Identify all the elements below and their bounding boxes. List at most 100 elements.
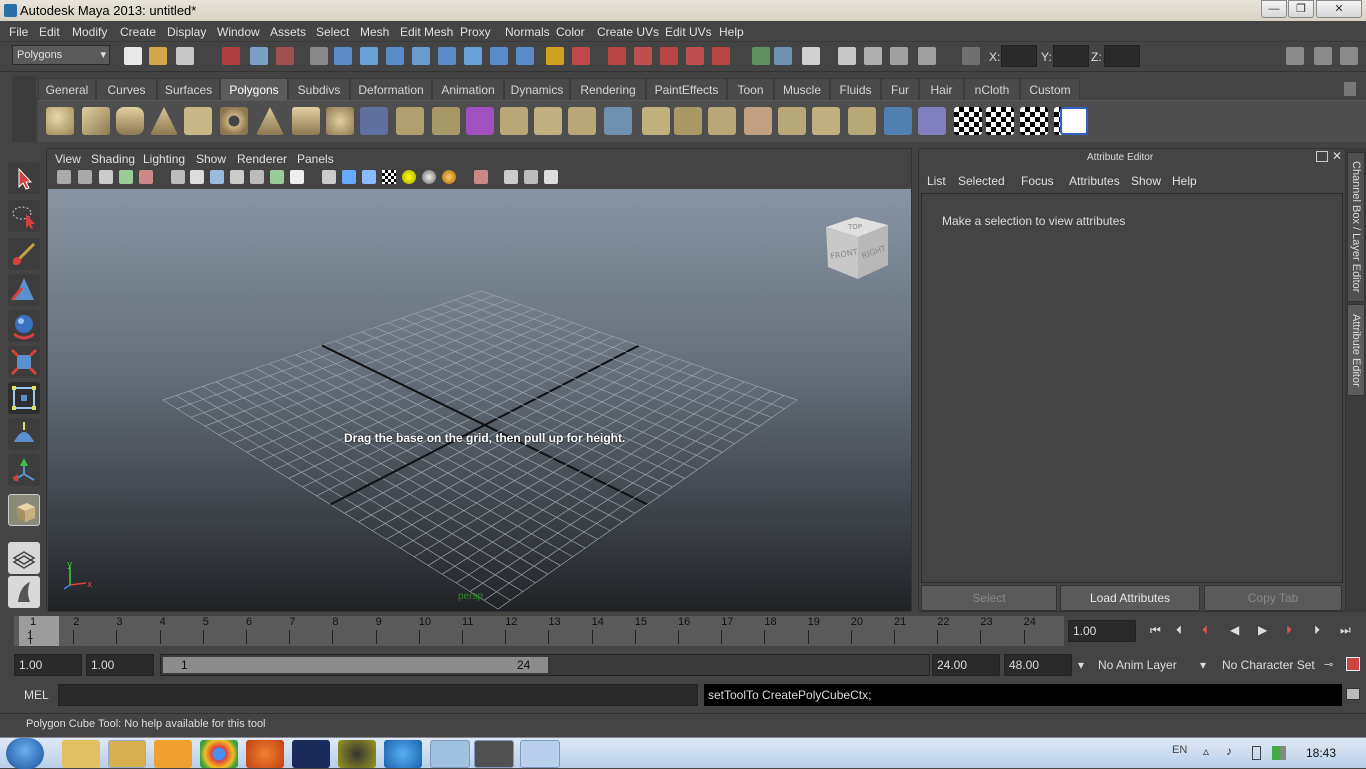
viewcube[interactable]: TOP FRONT RIGHT [820, 207, 896, 283]
menu-color[interactable]: Color [556, 25, 585, 39]
bevel-icon[interactable] [812, 107, 840, 135]
xray-components-icon[interactable] [544, 170, 558, 184]
menu-assets[interactable]: Assets [270, 25, 306, 39]
range-slider-handle[interactable]: 1 24 [163, 657, 548, 673]
uv-texture-editor-icon[interactable] [1060, 107, 1088, 135]
output-history-icon[interactable] [774, 47, 792, 65]
attr-menu-focus[interactable]: Focus [1021, 174, 1054, 188]
poly-torus-icon[interactable] [220, 107, 248, 135]
uv-checker-icon[interactable] [954, 107, 982, 135]
collapse-icon[interactable] [778, 107, 806, 135]
step-forward-frame-icon[interactable]: ⏵ [1314, 623, 1320, 638]
automatic-map-icon[interactable] [918, 107, 946, 135]
shelf-tab-muscle[interactable]: Muscle [774, 78, 830, 100]
poly-sphere-icon[interactable] [46, 107, 74, 135]
menu-proxy[interactable]: Proxy [460, 25, 491, 39]
split-polygon-icon[interactable] [604, 107, 632, 135]
taskbar-notepad[interactable] [430, 740, 470, 768]
close-button[interactable]: ✕ [1316, 0, 1362, 18]
select-by-object-icon[interactable] [250, 47, 268, 65]
curve-mask-icon[interactable] [386, 47, 404, 65]
anim-layer-dropdown[interactable]: No Anim Layer [1094, 654, 1198, 676]
attr-menu-help[interactable]: Help [1172, 174, 1197, 188]
viewport-menu-lighting[interactable]: Lighting [143, 152, 185, 166]
range-slider-track[interactable]: 1 24 [160, 654, 930, 676]
append-polygon-icon[interactable] [568, 107, 596, 135]
input-history-icon[interactable] [752, 47, 770, 65]
snap-point-icon[interactable] [660, 47, 678, 65]
film-gate-icon[interactable] [190, 170, 204, 184]
attr-menu-selected[interactable]: Selected [958, 174, 1005, 188]
image-plane-icon[interactable] [119, 170, 133, 184]
new-scene-icon[interactable] [124, 47, 142, 65]
shelf-tab-polygons[interactable]: Polygons [220, 78, 288, 100]
menu-help[interactable]: Help [719, 25, 744, 39]
taskbar-app-gear[interactable] [338, 740, 376, 768]
taskbar-firefox[interactable] [246, 740, 284, 768]
shelf-tab-fur[interactable]: Fur [881, 78, 919, 100]
clock[interactable]: 18:43 [1306, 746, 1336, 760]
xray-icon[interactable] [504, 170, 518, 184]
insert-edge-loop-icon[interactable] [642, 107, 670, 135]
menu-mesh[interactable]: Mesh [360, 25, 389, 39]
highlight-selection-icon[interactable] [572, 47, 590, 65]
gate-mask-icon[interactable] [230, 170, 244, 184]
bridge-icon[interactable] [534, 107, 562, 135]
merge-icon[interactable] [708, 107, 736, 135]
volume-icon[interactable]: ♪ [1226, 744, 1232, 758]
joint-mask-icon[interactable] [360, 47, 378, 65]
y-input[interactable] [1053, 45, 1089, 67]
shelf-tab-subdivs[interactable]: Subdivs [288, 78, 350, 100]
x-input[interactable] [1001, 45, 1037, 67]
construction-history-icon[interactable] [802, 47, 820, 65]
menu-display[interactable]: Display [167, 25, 206, 39]
attr-menu-attributes[interactable]: Attributes [1069, 174, 1120, 188]
select-tool[interactable] [8, 162, 40, 194]
unfold-uvs-icon[interactable] [986, 107, 1014, 135]
planar-map-icon[interactable] [884, 107, 912, 135]
menu-normals[interactable]: Normals [505, 25, 550, 39]
mask-icon[interactable] [310, 47, 328, 65]
menu-edit-mesh[interactable]: Edit Mesh [400, 25, 453, 39]
camera-attributes-icon[interactable] [78, 170, 92, 184]
select-button[interactable]: Select [921, 585, 1057, 611]
move-tool[interactable] [8, 274, 40, 306]
render-view-icon[interactable] [838, 47, 856, 65]
rotate-tool[interactable] [8, 310, 40, 342]
ipr-render-icon[interactable] [890, 47, 908, 65]
playback-end-field[interactable]: 24.00 [932, 654, 1000, 676]
shelf-tab-painteffects[interactable]: PaintEffects [646, 78, 727, 100]
grid-toggle-icon[interactable] [171, 170, 185, 184]
shelf-tab-rendering[interactable]: Rendering [570, 78, 646, 100]
handle-mask-icon[interactable] [334, 47, 352, 65]
command-language-button[interactable]: MEL [14, 682, 56, 708]
xray-joints-icon[interactable] [524, 170, 538, 184]
high-quality-icon[interactable] [442, 170, 456, 184]
input-language-indicator[interactable]: EN [1172, 744, 1187, 756]
poly-soccer-ball-icon[interactable] [326, 107, 354, 135]
snap-view-plane-icon[interactable] [686, 47, 704, 65]
taskbar-photoshop[interactable] [292, 740, 330, 768]
paint-select-tool[interactable] [8, 238, 40, 270]
maximize-button[interactable]: ❐ [1288, 0, 1314, 18]
select-by-hierarchy-icon[interactable] [222, 47, 240, 65]
layout-uvs-icon[interactable] [1020, 107, 1048, 135]
poly-pyramid-icon[interactable] [256, 107, 284, 135]
dynamic-mask-icon[interactable] [464, 47, 482, 65]
open-scene-icon[interactable] [149, 47, 167, 65]
isolate-select-icon[interactable] [474, 170, 488, 184]
chamfer-icon[interactable] [848, 107, 876, 135]
resolution-gate-icon[interactable] [210, 170, 224, 184]
attr-menu-show[interactable]: Show [1131, 174, 1161, 188]
taskbar-maya-window[interactable] [474, 740, 514, 768]
safe-title-icon[interactable] [290, 170, 304, 184]
start-button[interactable] [6, 738, 44, 769]
taskbar-chrome[interactable] [200, 740, 238, 768]
wireframe-icon[interactable] [322, 170, 336, 184]
trash-icon[interactable] [1344, 82, 1356, 96]
play-forwards-icon[interactable]: ▶ [1258, 623, 1267, 637]
viewport-menu-panels[interactable]: Panels [297, 152, 334, 166]
attr-menu-list[interactable]: List [927, 174, 946, 188]
2d-pan-zoom-icon[interactable] [139, 170, 153, 184]
render-settings-icon[interactable] [918, 47, 936, 65]
